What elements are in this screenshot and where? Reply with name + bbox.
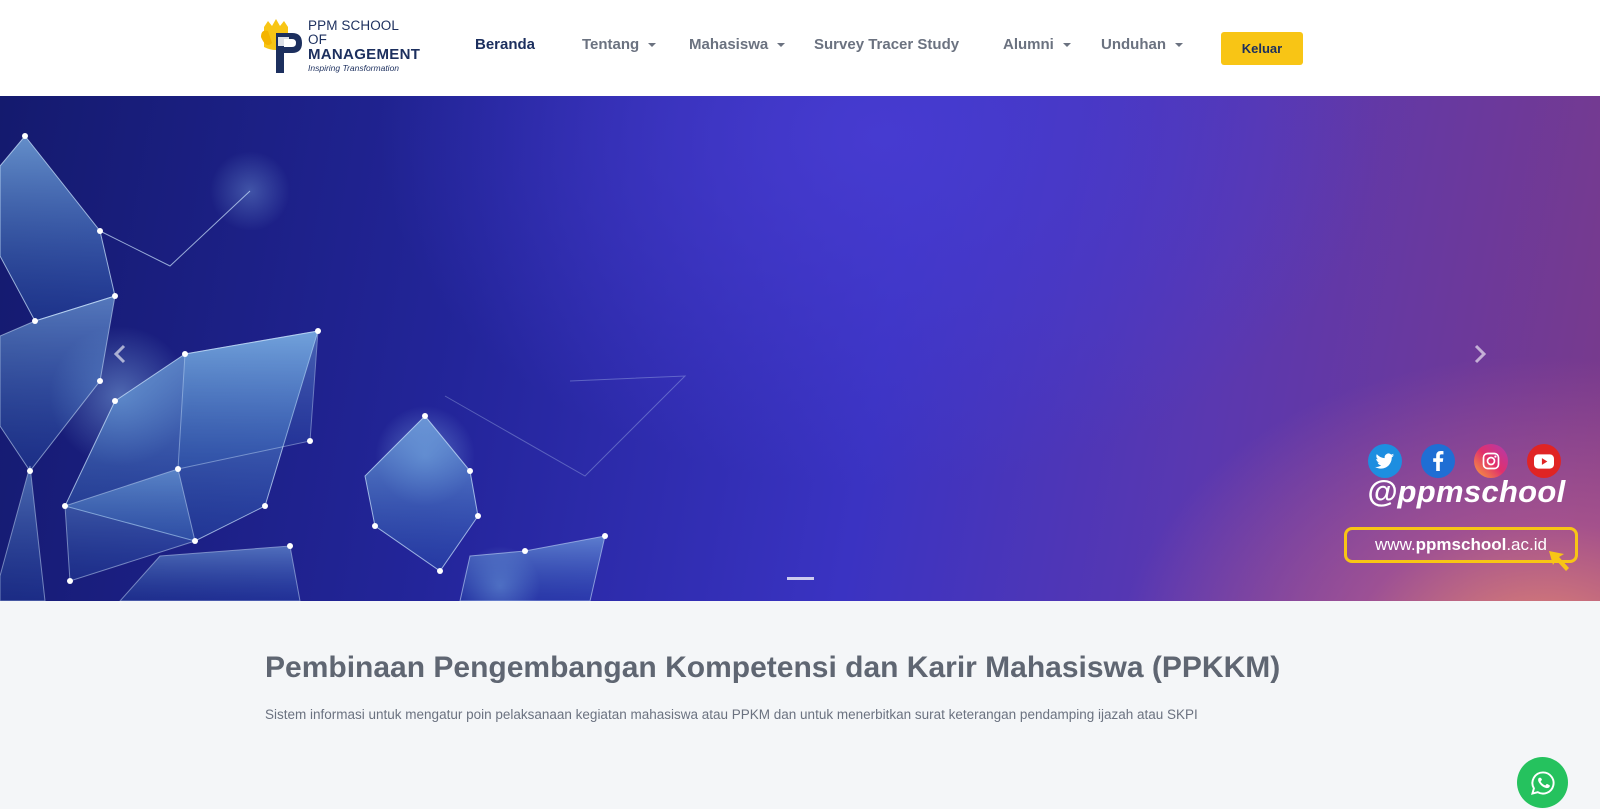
- nav-item-label: Mahasiswa: [689, 36, 769, 53]
- page-title: Pembinaan Pengembangan Kompetensi dan Ka…: [265, 651, 1281, 684]
- carousel-prev-button[interactable]: [100, 334, 140, 374]
- social-icons: [1368, 444, 1561, 478]
- nav-item-beranda[interactable]: Beranda: [475, 36, 535, 53]
- logo-wordmark: PPM SCHOOL OF MANAGEMENT Inspiring Trans…: [308, 19, 420, 73]
- caret-down-icon: [1175, 42, 1183, 47]
- logout-button[interactable]: Keluar: [1221, 32, 1303, 65]
- nav-item-label: Unduhan: [1101, 36, 1166, 53]
- whatsapp-chat-button[interactable]: [1517, 757, 1568, 808]
- chevron-right-icon: [1474, 344, 1487, 364]
- url-domain: ppmschool: [1415, 535, 1507, 554]
- youtube-icon[interactable]: [1527, 444, 1561, 478]
- logo-line-1: PPM SCHOOL OF: [308, 18, 399, 47]
- pointer-arrow-icon: [1549, 551, 1569, 571]
- carousel-indicator[interactable]: [787, 577, 814, 580]
- carousel-next-button[interactable]: [1460, 334, 1500, 374]
- whatsapp-icon: [1530, 770, 1554, 795]
- nav-item-survey-tracer-study[interactable]: Survey Tracer Study: [814, 36, 959, 53]
- ppm-logo-mark-icon: [258, 17, 306, 75]
- caret-down-icon: [648, 42, 657, 47]
- ppm-logo[interactable]: PPM SCHOOL OF MANAGEMENT Inspiring Trans…: [258, 16, 420, 76]
- hero-carousel: @ppmschool www. ppmschool .ac.id: [0, 96, 1600, 601]
- chevron-left-icon: [113, 344, 126, 364]
- website-link[interactable]: www. ppmschool .ac.id: [1344, 527, 1578, 563]
- nav-item-label: Tentang: [582, 36, 640, 53]
- instagram-icon[interactable]: [1474, 444, 1508, 478]
- site-header: PPM SCHOOL OF MANAGEMENT Inspiring Trans…: [0, 0, 1600, 96]
- logo-tagline: Inspiring Transformation: [308, 63, 400, 74]
- url-suffix: .ac.id: [1506, 535, 1547, 554]
- caret-down-icon: [777, 42, 786, 47]
- nav-item-unduhan[interactable]: Unduhan: [1101, 36, 1183, 53]
- nav-item-tentang[interactable]: Tentang: [582, 36, 657, 53]
- main-content: Pembinaan Pengembangan Kompetensi dan Ka…: [265, 650, 1345, 722]
- nav-item-alumni[interactable]: Alumni: [1003, 36, 1071, 53]
- nav-item-mahasiswa[interactable]: Mahasiswa: [689, 36, 786, 53]
- facebook-icon[interactable]: [1421, 444, 1455, 478]
- caret-down-icon: [1062, 42, 1071, 47]
- twitter-icon[interactable]: [1368, 444, 1402, 478]
- logo-line-2: MANAGEMENT: [308, 46, 421, 64]
- nav-item-label: Alumni: [1003, 36, 1054, 53]
- social-handle: @ppmschool: [1367, 474, 1566, 509]
- page-description: Sistem informasi untuk mengatur poin pel…: [265, 707, 1198, 722]
- nav-item-label: Survey Tracer Study: [814, 36, 960, 53]
- nav-item-label: Beranda: [475, 36, 536, 53]
- url-prefix: www.: [1375, 535, 1416, 554]
